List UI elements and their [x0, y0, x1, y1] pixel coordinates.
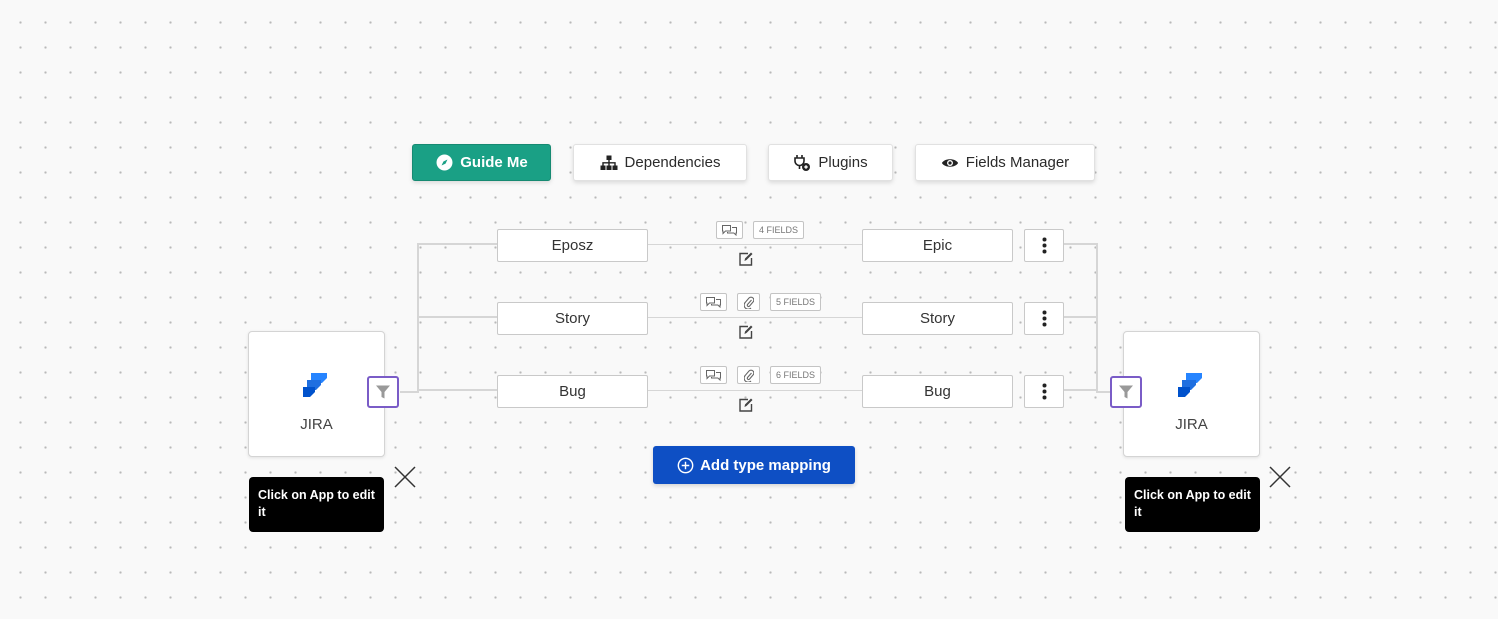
right-app-tooltip: Click on App to edit it [1125, 477, 1260, 532]
mapping-line-3 [647, 390, 862, 391]
source-type-label: Bug [559, 383, 586, 400]
source-type-story[interactable]: Story [497, 302, 648, 335]
filter-icon [1119, 385, 1133, 399]
target-type-label: Bug [924, 383, 951, 400]
right-connector-trunk [1096, 243, 1098, 393]
comment-icon [722, 225, 737, 236]
target-type-story[interactable]: Story [862, 302, 1013, 335]
jira-logo-icon [1178, 373, 1202, 397]
comment-chip-2[interactable] [700, 293, 727, 311]
plug-icon [793, 154, 811, 172]
add-type-mapping-button[interactable]: Add type mapping [653, 446, 855, 484]
source-type-label: Story [554, 310, 590, 327]
close-icon[interactable] [394, 466, 416, 488]
jira-logo-icon [303, 373, 327, 397]
paperclip-icon [743, 296, 754, 309]
mapping-1-more-button[interactable] [1024, 229, 1064, 262]
left-connector-stub [400, 391, 418, 393]
add-type-mapping-label: Add type mapping [700, 456, 831, 474]
paperclip-icon [743, 369, 754, 382]
right-branch-1 [1064, 243, 1098, 245]
plugins-button[interactable]: Plugins [768, 144, 893, 181]
right-filter-button[interactable] [1110, 376, 1142, 408]
comment-chip-1[interactable] [716, 221, 743, 239]
edit-icon[interactable] [738, 324, 754, 340]
dependencies-label: Dependencies [624, 154, 721, 171]
comment-icon [706, 370, 721, 381]
filter-icon [376, 385, 390, 399]
app-name: JIRA [300, 416, 333, 433]
right-branch-2 [1064, 316, 1098, 318]
eye-icon [941, 154, 959, 172]
kebab-menu-icon [1042, 310, 1046, 327]
left-branch-1 [417, 243, 497, 245]
app-name: JIRA [1175, 416, 1208, 433]
fields-count-3[interactable]: 6 FIELDS [770, 366, 822, 384]
comment-chip-3[interactable] [700, 366, 727, 384]
left-connector-trunk [417, 243, 419, 393]
plus-circle-icon [677, 457, 694, 473]
mapping-2-more-button[interactable] [1024, 302, 1064, 335]
fields-manager-label: Fields Manager [965, 154, 1070, 171]
target-type-label: Epic [922, 237, 953, 254]
left-filter-button[interactable] [367, 376, 399, 408]
edit-icon[interactable] [738, 251, 754, 267]
dependencies-button[interactable]: Dependencies [573, 144, 747, 181]
right-app-card[interactable]: JIRA [1123, 331, 1260, 457]
left-branch-2 [417, 316, 497, 318]
target-type-label: Story [919, 310, 955, 327]
left-app-card[interactable]: JIRA [248, 331, 385, 457]
right-branch-3 [1064, 389, 1098, 391]
kebab-menu-icon [1042, 383, 1046, 400]
mapping-3-more-button[interactable] [1024, 375, 1064, 408]
source-type-eposz[interactable]: Eposz [497, 229, 648, 262]
mapping-line-1 [647, 244, 862, 245]
guide-me-button[interactable]: Guide Me [412, 144, 551, 181]
target-type-bug[interactable]: Bug [862, 375, 1013, 408]
source-type-label: Eposz [551, 237, 594, 254]
edit-icon[interactable] [738, 397, 754, 413]
target-type-epic[interactable]: Epic [862, 229, 1013, 262]
compass-icon [435, 154, 453, 172]
kebab-menu-icon [1042, 237, 1046, 254]
sitemap-icon [600, 154, 618, 172]
close-icon[interactable] [1269, 466, 1291, 488]
source-type-bug[interactable]: Bug [497, 375, 648, 408]
fields-manager-button[interactable]: Fields Manager [915, 144, 1095, 181]
left-app-tooltip: Click on App to edit it [249, 477, 384, 532]
comment-icon [706, 297, 721, 308]
left-branch-3 [417, 389, 497, 391]
guide-me-label: Guide Me [460, 154, 528, 171]
plugins-label: Plugins [818, 154, 868, 171]
attachment-chip-2[interactable] [737, 293, 760, 311]
right-connector-stub [1096, 391, 1110, 393]
fields-count-2[interactable]: 5 FIELDS [770, 293, 822, 311]
mapping-line-2 [647, 317, 862, 318]
fields-count-1[interactable]: 4 FIELDS [753, 221, 805, 239]
attachment-chip-3[interactable] [737, 366, 760, 384]
